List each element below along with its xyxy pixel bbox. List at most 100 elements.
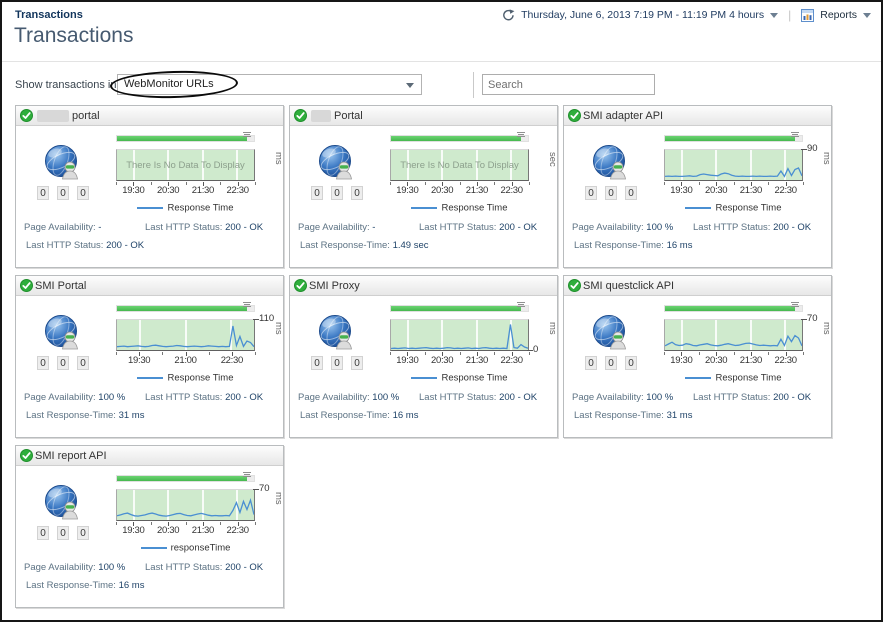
secondary-stat: Last Response-Time: 16 ms [26, 580, 145, 591]
chart-unit-label: ms [273, 322, 284, 335]
alarm-count: 0 [351, 186, 363, 200]
alarm-counters: 0 0 0 [37, 526, 89, 540]
app-window: Transactions Thursday, June 6, 2013 7:19… [0, 0, 883, 622]
alarm-count: 0 [311, 186, 323, 200]
time-grip-icon[interactable] [241, 132, 252, 142]
transaction-cards-grid: portal 0 0 0 There Is No Data To Display… [15, 105, 840, 608]
globe-transaction-icon [42, 143, 84, 190]
availability-stat: Page Availability: 100 % [298, 392, 400, 403]
card-header[interactable]: Portal [290, 106, 557, 126]
chart-unit-label: ms [273, 492, 284, 505]
availability-bar-fill [665, 306, 796, 311]
reports-menu[interactable]: Reports [820, 9, 857, 21]
availability-bar [664, 302, 803, 312]
card-title[interactable]: SMI adapter API [583, 110, 663, 122]
globe-transaction-icon [590, 313, 632, 360]
time-grip-icon[interactable] [515, 132, 526, 142]
card-header[interactable]: SMI report API [16, 446, 283, 466]
alarm-count: 0 [605, 356, 617, 370]
transaction-card[interactable]: SMI questclick API 0 0 0 19:30 20:30 21:… [563, 275, 832, 438]
alarm-count: 0 [77, 186, 89, 200]
transaction-card[interactable]: SMI report API 0 0 0 19:30 20:30 21:30 2… [15, 445, 284, 608]
chart-y-max-label: 110 [259, 313, 275, 324]
transactions-scope-select[interactable]: WebMonitor URLs [117, 74, 422, 95]
transaction-card[interactable]: SMI adapter API 0 0 0 19:30 20:30 21:30 … [563, 105, 832, 268]
chart-x-axis: 19:30 20:30 21:30 22:30 [116, 522, 256, 538]
chart-unit-label: ms [273, 152, 284, 165]
secondary-stat: Last HTTP Status: 200 - OK [26, 240, 145, 251]
status-ok-icon [20, 279, 33, 292]
time-grip-icon[interactable] [789, 132, 800, 142]
status-ok-icon [20, 109, 33, 122]
card-header[interactable]: SMI Portal [16, 276, 283, 296]
chevron-down-icon[interactable] [406, 83, 414, 88]
transaction-card[interactable]: SMI Portal 0 0 0 19:30 21:00 22:30 110 m… [15, 275, 284, 438]
filter-label: Show transactions in [15, 79, 117, 91]
secondary-stat: Last Response-Time: 1.49 sec [300, 240, 429, 251]
card-header[interactable]: SMI Proxy [290, 276, 557, 296]
legend-line-swatch [137, 206, 164, 209]
card-body: 0 0 0 19:30 21:00 22:30 110 ms Response Ti… [16, 296, 284, 438]
reports-caret-icon[interactable] [863, 12, 871, 18]
availability-stat: Page Availability: 100 % [24, 392, 126, 403]
breadcrumb[interactable]: Transactions [15, 9, 83, 21]
chart-x-axis: 19:30 20:30 21:30 22:30 [390, 182, 530, 198]
time-grip-icon[interactable] [241, 302, 252, 312]
card-title[interactable]: SMI Proxy [309, 280, 360, 292]
redacted-title-prefix [37, 109, 69, 122]
title-divider [2, 61, 881, 62]
legend-line-swatch [140, 546, 167, 549]
response-time-chart [116, 319, 255, 351]
globe-transaction-icon [42, 313, 84, 360]
card-body: 0 0 0 19:30 20:30 21:30 22:30 70 ms respons… [16, 466, 284, 608]
card-header[interactable]: portal [16, 106, 283, 126]
transaction-card[interactable]: portal 0 0 0 There Is No Data To Display… [15, 105, 284, 268]
chart-y-min-label: 0 [533, 344, 539, 355]
secondary-stat: Last Response-Time: 31 ms [26, 410, 145, 421]
availability-bar-fill [117, 306, 248, 311]
response-time-chart: There Is No Data To Display [390, 149, 529, 181]
alarm-count: 0 [585, 186, 597, 200]
card-header[interactable]: SMI questclick API [564, 276, 831, 296]
chart-y-max-label: 70 [807, 313, 818, 324]
chart-x-axis: 19:30 21:00 22:30 [116, 352, 256, 368]
alarm-counters: 0 0 0 [311, 356, 363, 370]
time-grip-icon[interactable] [515, 302, 526, 312]
alarm-count: 0 [37, 526, 49, 540]
transaction-card[interactable]: SMI Proxy 0 0 0 19:30 20:30 21:30 22:30 … [289, 275, 558, 438]
alarm-count: 0 [57, 526, 69, 540]
alarm-counters: 0 0 0 [37, 186, 89, 200]
chart-legend: responseTime [116, 539, 255, 557]
transaction-card[interactable]: Portal 0 0 0 There Is No Data To Display… [289, 105, 558, 268]
card-title[interactable]: SMI Portal [35, 280, 86, 292]
time-range-caret-icon[interactable] [770, 12, 779, 18]
chart-x-axis: 19:30 20:30 21:30 22:30 [664, 182, 804, 198]
alarm-count: 0 [37, 186, 49, 200]
secondary-stat: Last Response-Time: 31 ms [574, 410, 693, 421]
selected-scope-value: WebMonitor URLs [124, 78, 214, 90]
card-header[interactable]: SMI adapter API [564, 106, 831, 126]
card-title[interactable]: portal [72, 110, 100, 122]
alarm-count: 0 [77, 526, 89, 540]
availability-bar-fill [117, 136, 248, 141]
reports-icon [801, 8, 815, 22]
globe-transaction-icon [590, 143, 632, 190]
chart-x-axis: 19:30 20:30 21:30 22:30 [116, 182, 256, 198]
card-title[interactable]: SMI report API [35, 450, 107, 462]
card-title[interactable]: Portal [334, 110, 363, 122]
time-grip-icon[interactable] [789, 302, 800, 312]
time-grip-icon[interactable] [241, 472, 252, 482]
availability-stat: Page Availability: - [298, 222, 376, 233]
legend-label: Response Time [167, 372, 234, 384]
status-ok-icon [20, 449, 33, 462]
alarm-count: 0 [37, 356, 49, 370]
time-range-selector[interactable]: Thursday, June 6, 2013 7:19 PM - 11:19 P… [521, 9, 764, 21]
status-ok-icon [568, 279, 581, 292]
http-status-stat: Last HTTP Status: 200 - OK [419, 222, 538, 233]
search-input[interactable] [482, 74, 655, 95]
card-title[interactable]: SMI questclick API [583, 280, 674, 292]
chart-legend: Response Time [664, 199, 803, 217]
http-status-stat: Last HTTP Status: 200 - OK [693, 222, 812, 233]
chart-legend: Response Time [116, 369, 255, 387]
response-time-chart [664, 319, 803, 351]
